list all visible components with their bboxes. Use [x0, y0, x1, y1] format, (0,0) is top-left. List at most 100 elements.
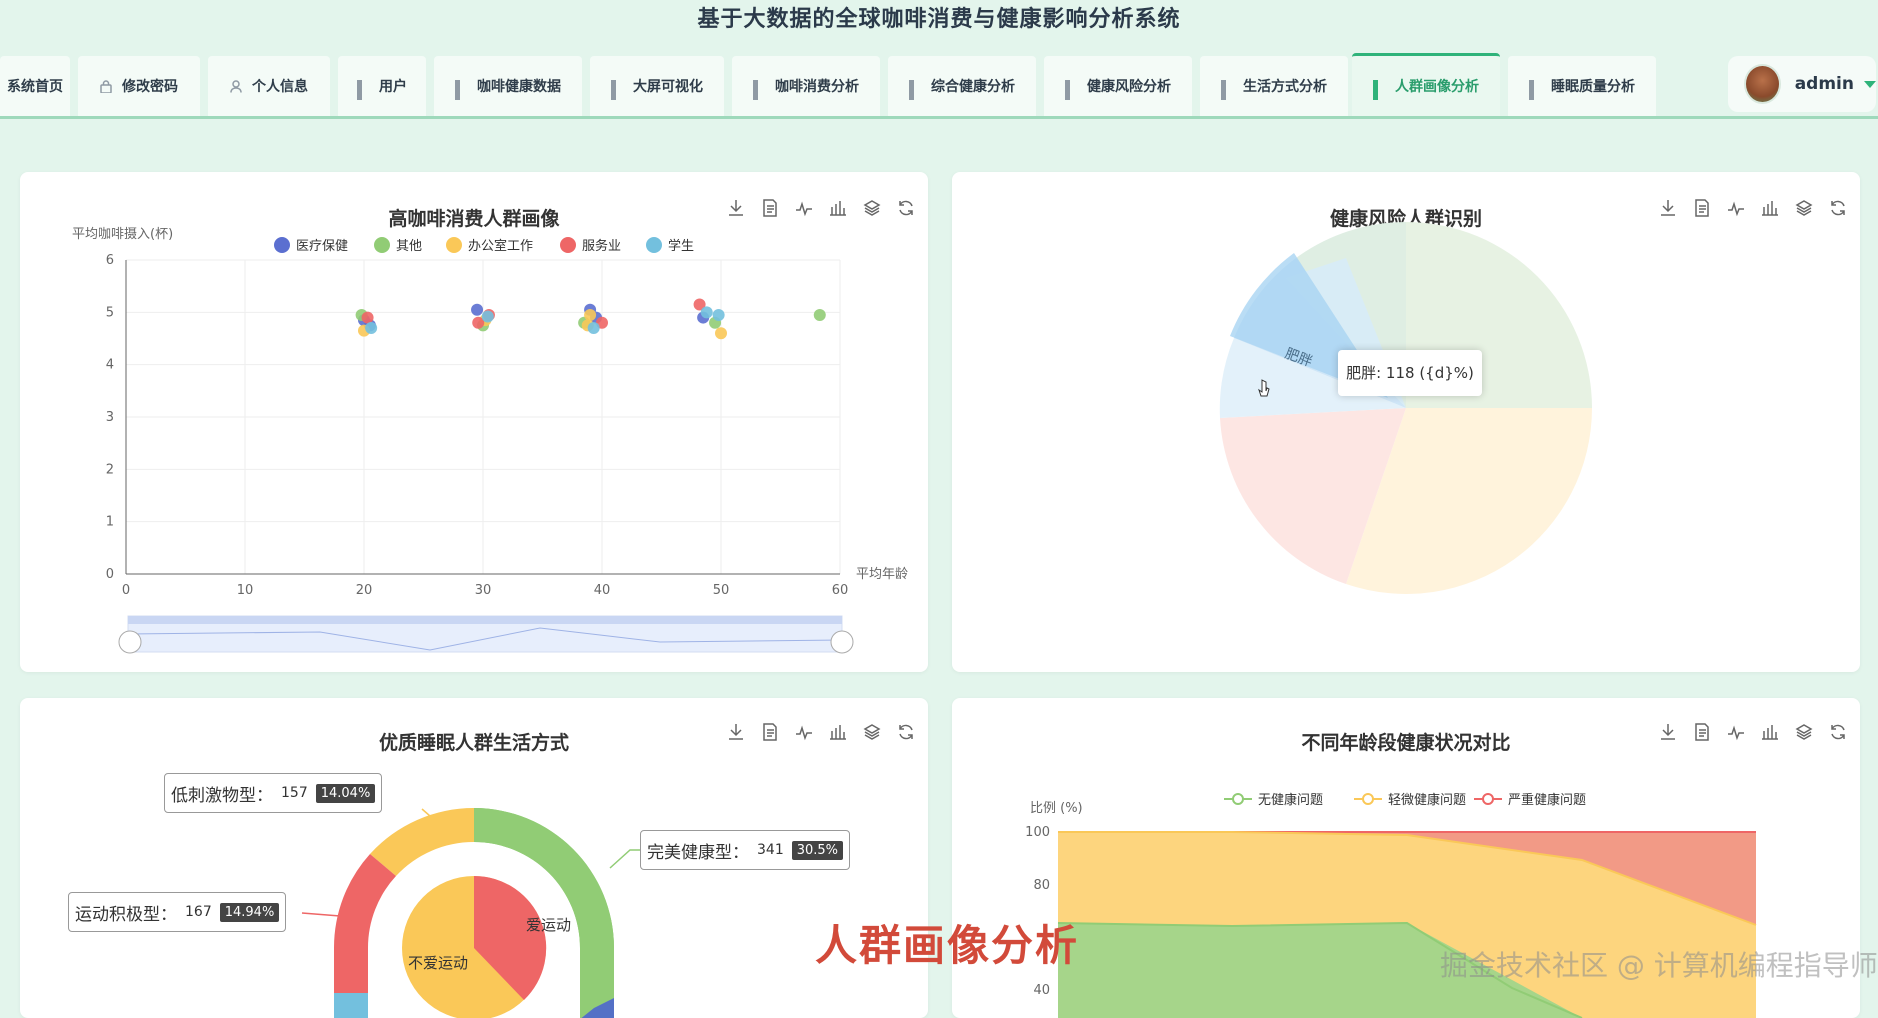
y-tick-label: 80: [1033, 878, 1050, 893]
tab-coffee-consumption[interactable]: 咖啡消费分析: [732, 56, 880, 116]
legend-label: 无健康问题: [1258, 792, 1323, 808]
tab-label: 系统首页: [7, 79, 63, 95]
tab-label: 人群画像分析: [1395, 79, 1479, 95]
y-tick-label: 100: [1025, 825, 1050, 840]
nav-underline: [0, 116, 1878, 119]
data-point: [712, 308, 725, 321]
y-tick-label: 5: [106, 305, 114, 320]
x-tick-label: 30: [475, 583, 492, 598]
watermark: 掘金技术社区 @ 计算机编程指导师: [1440, 949, 1878, 982]
x-axis-title: 平均年龄: [856, 567, 908, 582]
risk-pie-chart[interactable]: 肥胖: [952, 172, 1860, 672]
y-tick-label: 6: [106, 253, 114, 268]
grid-icon: [611, 80, 623, 100]
tab-crowd-profile[interactable]: 人群画像分析: [1352, 53, 1500, 116]
tab-label: 用户: [379, 79, 407, 95]
tab-sleep-quality[interactable]: 睡眠质量分析: [1508, 56, 1656, 116]
x-tick-label: 10: [237, 583, 254, 598]
tab-label: 睡眠质量分析: [1551, 79, 1635, 95]
data-point: [365, 322, 378, 335]
pie-inner-label: 不爱运动: [408, 954, 468, 972]
slice-label-box: 完美健康型： 341 30.5%: [640, 830, 851, 870]
legend-marker: [560, 237, 576, 253]
slice-value: 341: [757, 842, 784, 858]
person-icon: [230, 80, 242, 93]
data-point: [715, 327, 727, 340]
lock-icon: [100, 80, 112, 94]
tab-coffee-health-data[interactable]: 咖啡健康数据: [434, 56, 582, 116]
slice-name: 运动积极型: [75, 904, 160, 925]
pie-slice: [334, 993, 368, 1018]
scatter-chart[interactable]: 0 10 20 30 40 50 60 0 1 2 3 4 5 6 平均年龄 平均咖啡摄入(杯) 医疗保健 其他 办…: [20, 172, 928, 672]
data-point: [813, 308, 826, 321]
legend-marker: [274, 237, 290, 253]
legend-marker: [646, 237, 662, 253]
pie-tooltip: 肥胖: 118 ({d}%): [1338, 350, 1482, 396]
tab-users[interactable]: 用户: [338, 56, 426, 116]
slice-name: 低刺激物型: [171, 785, 256, 806]
tab-lifestyle[interactable]: 生活方式分析: [1200, 56, 1348, 116]
tab-label: 生活方式分析: [1243, 79, 1327, 95]
chevron-down-icon: [1864, 80, 1876, 88]
tab-change-password[interactable]: 修改密码: [78, 56, 200, 116]
zoom-handle-right: [830, 630, 854, 654]
data-point: [587, 322, 600, 335]
slice-value: 167: [185, 904, 212, 920]
grid-icon: [1221, 80, 1233, 100]
tab-home[interactable]: 系统首页: [0, 56, 70, 116]
tab-label: 咖啡消费分析: [775, 79, 859, 95]
grid-icon: [909, 80, 921, 100]
avatar: [1744, 64, 1781, 104]
slice-value: 157: [281, 785, 308, 801]
grid-icon: [1065, 80, 1077, 100]
y-axis-title: 比例 (%): [1030, 801, 1083, 816]
data-point: [471, 303, 484, 316]
x-tick-label: 0: [122, 583, 130, 598]
grid-icon: [1529, 80, 1541, 100]
data-point: [361, 311, 374, 324]
tab-label: 咖啡健康数据: [477, 79, 561, 95]
data-point: [481, 310, 494, 323]
zoom-handle-left: [118, 630, 142, 654]
video-caption: 人群画像分析: [815, 921, 1080, 970]
user-menu[interactable]: admin: [1728, 56, 1876, 112]
x-tick-label: 20: [356, 583, 373, 598]
x-tick-label: 40: [594, 583, 611, 598]
legend-label: 办公室工作: [468, 238, 533, 254]
legend-marker: [374, 237, 390, 253]
legend-label: 学生: [668, 238, 694, 254]
legend-label: 其他: [396, 239, 422, 254]
tab-label: 修改密码: [122, 79, 178, 95]
tab-label: 综合健康分析: [931, 79, 1015, 95]
legend-marker: [446, 237, 462, 253]
slice-percent: 14.94%: [219, 902, 280, 922]
app-title: 基于大数据的全球咖啡消费与健康影响分析系统: [697, 7, 1181, 32]
y-axis-title: 平均咖啡摄入(杯): [72, 227, 173, 242]
top-nav: 系统首页 修改密码 个人信息 用户 咖啡健康数据 大屏可视化 咖啡消费分析 综合…: [0, 52, 1878, 118]
legend-label: 严重健康问题: [1508, 792, 1586, 808]
data-point: [584, 308, 597, 321]
grid-icon: [357, 80, 369, 100]
tab-label: 个人信息: [252, 79, 308, 95]
legend-label: 医疗保健: [296, 239, 348, 254]
pie-slice: [370, 807, 474, 876]
tab-personal-info[interactable]: 个人信息: [208, 56, 330, 116]
panel-sleep-lifestyle: 优质睡眠人群生活方式 爱运动 不爱运动 低刺激物型： 157 14.04% 完美…: [20, 698, 928, 1018]
zoom-slider-bar: [128, 616, 842, 624]
data-point: [700, 306, 713, 319]
tab-big-screen[interactable]: 大屏可视化: [590, 56, 724, 116]
legend-label: 服务业: [582, 238, 621, 254]
slice-label-box: 低刺激物型： 157 14.04%: [164, 773, 383, 813]
y-tick-label: 2: [106, 462, 114, 477]
y-tick-label: 0: [106, 567, 114, 582]
legend-label: 轻微健康问题: [1388, 792, 1466, 808]
tab-label: 大屏可视化: [633, 79, 703, 95]
x-tick-label: 60: [832, 583, 849, 598]
slice-percent: 14.04%: [315, 783, 376, 803]
panel-high-coffee-profile: 高咖啡消费人群画像 0 10 20 30 40 50 60 0 1 2 3 4 5 6 平均年龄 平均咖啡摄入…: [20, 172, 928, 672]
tab-overall-health[interactable]: 综合健康分析: [888, 56, 1036, 116]
y-tick-label: 3: [106, 410, 114, 425]
tab-health-risk[interactable]: 健康风险分析: [1044, 56, 1192, 116]
legend[interactable]: 无健康问题 轻微健康问题 严重健康问题: [1224, 792, 1586, 808]
y-tick-label: 4: [106, 358, 114, 373]
